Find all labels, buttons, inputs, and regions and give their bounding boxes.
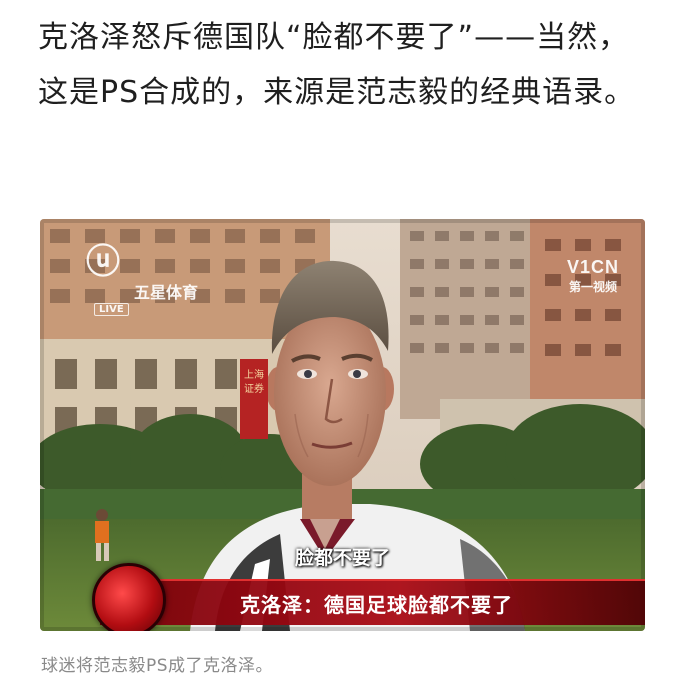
post-text: 克洛泽怒斥德国队“脸都不要了”——当然，这是PS合成的，来源是范志毅的经典语录。 [38, 20, 636, 110]
live-badge: LIVE [94, 303, 129, 316]
lower-third-banner: 克洛泽：德国足球脸都不要了 [100, 579, 645, 625]
logo-mark-icon: ⓤ [86, 242, 120, 282]
station-badge-icon [92, 563, 166, 631]
video-logo-sub: 第一视频 [568, 280, 617, 294]
logo-name: 五星体育 [134, 283, 199, 302]
background-sign: 上海证券 [240, 359, 268, 439]
video-logo-name: V1CN [566, 257, 619, 277]
image-caption: 球迷将范志毅PS成了克洛泽。 [41, 656, 274, 676]
lower-third-text: 克洛泽：德国足球脸都不要了 [240, 593, 513, 617]
video-logo: V1CN 第一视频 [567, 257, 619, 295]
news-screenshot-image[interactable]: ⓤ 五星体育 LIVE V1CN 第一视频 上海证券 脸都不要了 克洛泽：德国足… [40, 219, 645, 631]
tv-station-logo: ⓤ 五星体育 LIVE [86, 242, 198, 316]
